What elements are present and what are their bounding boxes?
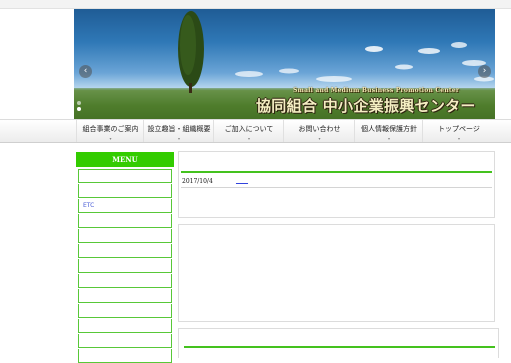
- sidebar-item[interactable]: [78, 304, 172, 318]
- news-link[interactable]: ____: [236, 177, 248, 184]
- slider-dot[interactable]: [77, 101, 81, 105]
- nav-item-label: 組合事業のご案内: [82, 125, 139, 133]
- chevron-down-icon: ▾: [318, 136, 321, 141]
- slider-dot-active[interactable]: [77, 107, 81, 111]
- sidebar-menu: MENU ETC: [76, 152, 174, 363]
- sidebar-item[interactable]: [78, 169, 172, 183]
- nav-item-label: お問い合わせ: [298, 125, 341, 133]
- sidebar-item-etc[interactable]: ETC: [78, 199, 172, 213]
- chevron-down-icon: ▾: [387, 136, 391, 141]
- sidebar-item[interactable]: [78, 274, 172, 288]
- news-separator: [181, 187, 492, 188]
- hero-japanese-title: 協同組合 中小企業振興センター: [256, 97, 476, 115]
- news-panel: 2017/10/4 ____: [178, 151, 495, 218]
- top-rule: [0, 0, 511, 9]
- hero-slider[interactable]: Small and Medium Business Promotion Cent…: [74, 9, 495, 119]
- chevron-down-icon: ▾: [177, 136, 181, 141]
- chevron-down-icon: ▾: [247, 136, 251, 141]
- sidebar-item[interactable]: [78, 259, 172, 273]
- nav-item-label: ご加入について: [224, 125, 274, 133]
- content-panel: [178, 224, 495, 322]
- nav-item-membership[interactable]: ご加入について ▾: [213, 120, 284, 142]
- nav-item-label: 個人情報保護方針: [361, 125, 417, 133]
- chevron-down-icon: ▾: [109, 136, 112, 141]
- nav-item-label: 設立趣旨・組織概要: [147, 125, 211, 133]
- sidebar-item[interactable]: [78, 289, 172, 303]
- sidebar-item[interactable]: [78, 214, 172, 228]
- lower-panel: [178, 328, 499, 358]
- nav-item-about[interactable]: 設立趣旨・組織概要 ▾: [143, 120, 214, 142]
- chevron-down-icon: ▾: [457, 136, 461, 141]
- lower-divider: [184, 346, 495, 348]
- main-nav: 組合事業のご案内 ▾ 設立趣旨・組織概要 ▾ ご加入について ▾ お問い合わせ …: [0, 119, 511, 143]
- sidebar-item[interactable]: [78, 319, 172, 333]
- nav-item-services[interactable]: 組合事業のご案内 ▾: [76, 120, 144, 142]
- hero-english-title: Small and Medium Business Promotion Cent…: [293, 87, 460, 94]
- news-date: 2017/10/4: [182, 178, 213, 185]
- slider-prev-button[interactable]: ‹: [79, 65, 92, 78]
- nav-item-privacy[interactable]: 個人情報保護方針 ▾: [354, 120, 423, 142]
- slider-pagination: [77, 101, 83, 113]
- sidebar-item[interactable]: [78, 229, 172, 243]
- nav-item-contact[interactable]: お問い合わせ ▾: [283, 120, 355, 142]
- sidebar-item[interactable]: [78, 349, 172, 363]
- nav-item-home[interactable]: トップページ ▾: [422, 120, 495, 142]
- sidebar-item[interactable]: [78, 334, 172, 348]
- nav-item-label: トップページ: [438, 125, 480, 133]
- news-divider: [181, 171, 492, 173]
- slider-next-button[interactable]: ›: [478, 65, 491, 78]
- menu-header: MENU: [76, 152, 174, 167]
- sidebar-item[interactable]: [78, 184, 172, 198]
- sidebar-item[interactable]: [78, 244, 172, 258]
